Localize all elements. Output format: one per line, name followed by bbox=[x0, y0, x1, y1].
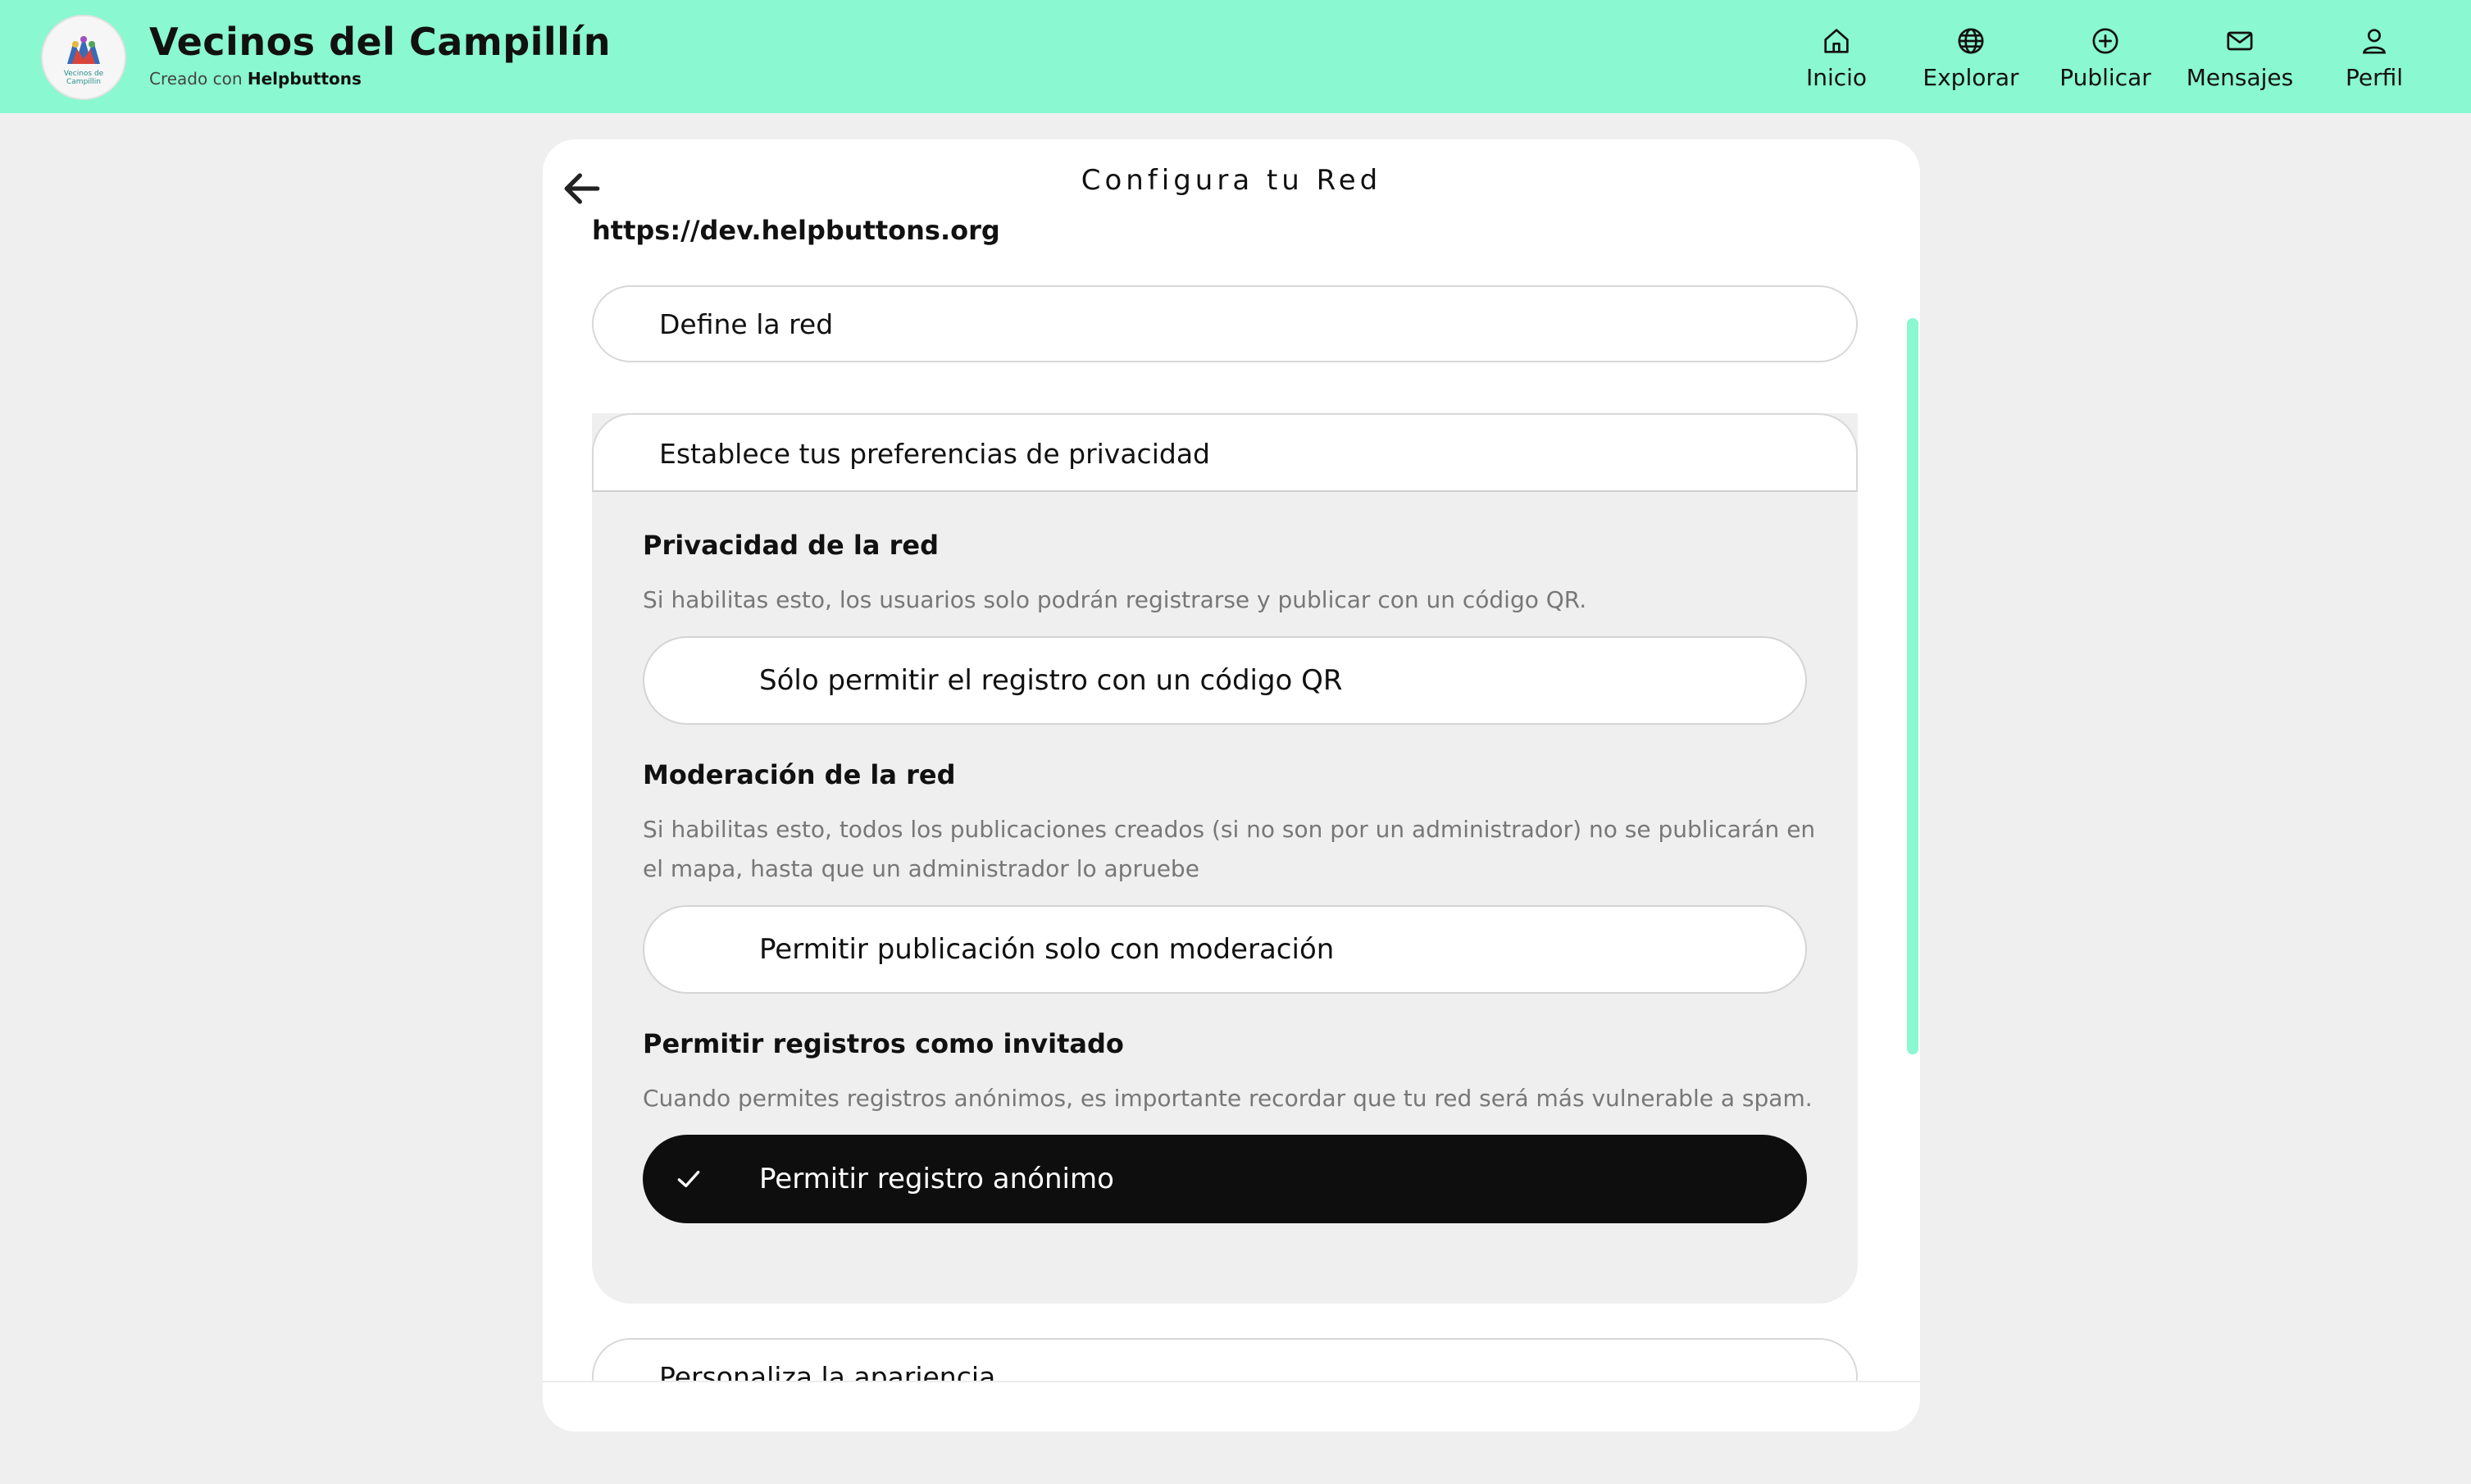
guest-registration-description: Cuando permites registros anónimos, es i… bbox=[643, 1085, 1813, 1112]
section-appearance-label: Personaliza la apariencia bbox=[659, 1361, 996, 1382]
powered-by-prefix: Creado con bbox=[149, 69, 243, 89]
nav-perfil[interactable]: Perfil bbox=[2309, 25, 2440, 98]
moderation-toggle[interactable]: Permitir publicación solo con moderación bbox=[643, 905, 1807, 994]
user-icon bbox=[2363, 29, 2386, 54]
config-scroll-area[interactable]: Configura tu Red https://dev.helpbuttons… bbox=[543, 139, 1920, 1382]
anonymous-registration-toggle-label: Permitir registro anónimo bbox=[759, 1163, 1114, 1195]
check-icon bbox=[677, 1171, 700, 1187]
network-config-card: Configura tu Red https://dev.helpbuttons… bbox=[543, 139, 1920, 1432]
nav-inicio[interactable]: Inicio bbox=[1771, 25, 1902, 98]
home-icon bbox=[1824, 29, 1849, 53]
guest-registration-title: Permitir registros como invitado bbox=[643, 1028, 1124, 1059]
section-privacy[interactable]: Establece tus preferencias de privacidad bbox=[592, 413, 1858, 492]
nav-inicio-label: Inicio bbox=[1805, 64, 1868, 91]
logo-text-line1: Vecinos de bbox=[64, 70, 104, 78]
network-title[interactable]: Vecinos del Campillín bbox=[149, 20, 611, 64]
logo-illustration-icon: Vecinos de Campillin bbox=[43, 16, 125, 98]
nav-mensajes[interactable]: Mensajes bbox=[2174, 25, 2305, 98]
moderation-title: Moderación de la red bbox=[643, 759, 956, 790]
moderation-toggle-label: Permitir publicación solo con moderación bbox=[759, 933, 1335, 966]
page-title: Configura tu Red bbox=[1081, 164, 1382, 197]
nav-publicar[interactable]: Publicar bbox=[2040, 25, 2171, 98]
powered-by: Creado con Helpbuttons bbox=[149, 69, 362, 89]
mail-icon bbox=[2227, 31, 2253, 51]
scrollbar-thumb[interactable] bbox=[1907, 318, 1918, 1054]
qr-only-toggle[interactable]: Sólo permitir el registro con un código … bbox=[643, 636, 1807, 725]
nav-explorar-label: Explorar bbox=[1923, 64, 2019, 91]
moderation-description: Si habilitas esto, todos los publicacion… bbox=[643, 816, 1816, 882]
top-header: Vecinos de Campillin Vecinos del Campill… bbox=[0, 0, 2471, 113]
anonymous-registration-toggle[interactable]: Permitir registro anónimo bbox=[643, 1135, 1807, 1223]
nav-mensajes-label: Mensajes bbox=[2186, 64, 2294, 91]
network-url: https://dev.helpbuttons.org bbox=[592, 215, 1000, 246]
network-logo[interactable]: Vecinos de Campillin bbox=[41, 15, 126, 100]
globe-icon bbox=[1958, 28, 1984, 54]
plus-circle-icon bbox=[2092, 28, 2118, 54]
nav-publicar-label: Publicar bbox=[2059, 64, 2151, 91]
section-appearance[interactable]: Personaliza la apariencia bbox=[592, 1338, 1858, 1382]
qr-only-toggle-label: Sólo permitir el registro con un código … bbox=[759, 664, 1343, 697]
nav-perfil-label: Perfil bbox=[2345, 64, 2404, 91]
network-privacy-description: Si habilitas esto, los usuarios solo pod… bbox=[643, 586, 1587, 613]
card-footer-divider bbox=[543, 1381, 1920, 1382]
network-privacy-title: Privacidad de la red bbox=[643, 530, 939, 561]
section-privacy-label: Establece tus preferencias de privacidad bbox=[659, 438, 1210, 470]
section-define-network-label: Define la red bbox=[659, 308, 834, 340]
section-define-network[interactable]: Define la red bbox=[592, 285, 1858, 362]
nav-explorar[interactable]: Explorar bbox=[1905, 25, 2036, 98]
logo-text-line2: Campillin bbox=[66, 78, 101, 86]
powered-by-brand-link[interactable]: Helpbuttons bbox=[248, 69, 362, 89]
